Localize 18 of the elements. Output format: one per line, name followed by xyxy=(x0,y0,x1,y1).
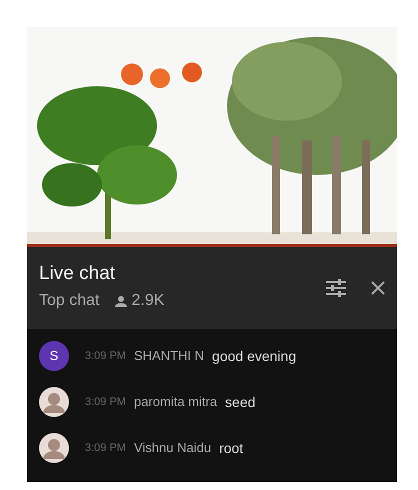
message-time: 3:09 PM xyxy=(85,394,126,410)
viewer-count: 2.9K xyxy=(131,291,164,312)
author-name[interactable]: SHANTHI N xyxy=(134,346,204,366)
avatar xyxy=(39,387,69,417)
author-name[interactable]: paromita mitra xyxy=(134,392,218,412)
message-time: 3:09 PM xyxy=(85,440,126,456)
chat-title: Live chat xyxy=(39,262,116,286)
close-icon[interactable] xyxy=(371,281,385,295)
message-time: 3:09 PM xyxy=(85,348,126,364)
chat-mode-dropdown[interactable]: Top chat xyxy=(39,289,100,314)
message-text: good evening xyxy=(212,346,296,366)
message-text: seed xyxy=(225,392,256,412)
message-text: root xyxy=(219,438,244,458)
settings-icon[interactable] xyxy=(325,278,347,298)
author-name[interactable]: Vishnu Naidu xyxy=(134,438,212,458)
avatar: S xyxy=(39,341,69,371)
avatar xyxy=(39,433,69,463)
person-icon xyxy=(115,294,128,308)
